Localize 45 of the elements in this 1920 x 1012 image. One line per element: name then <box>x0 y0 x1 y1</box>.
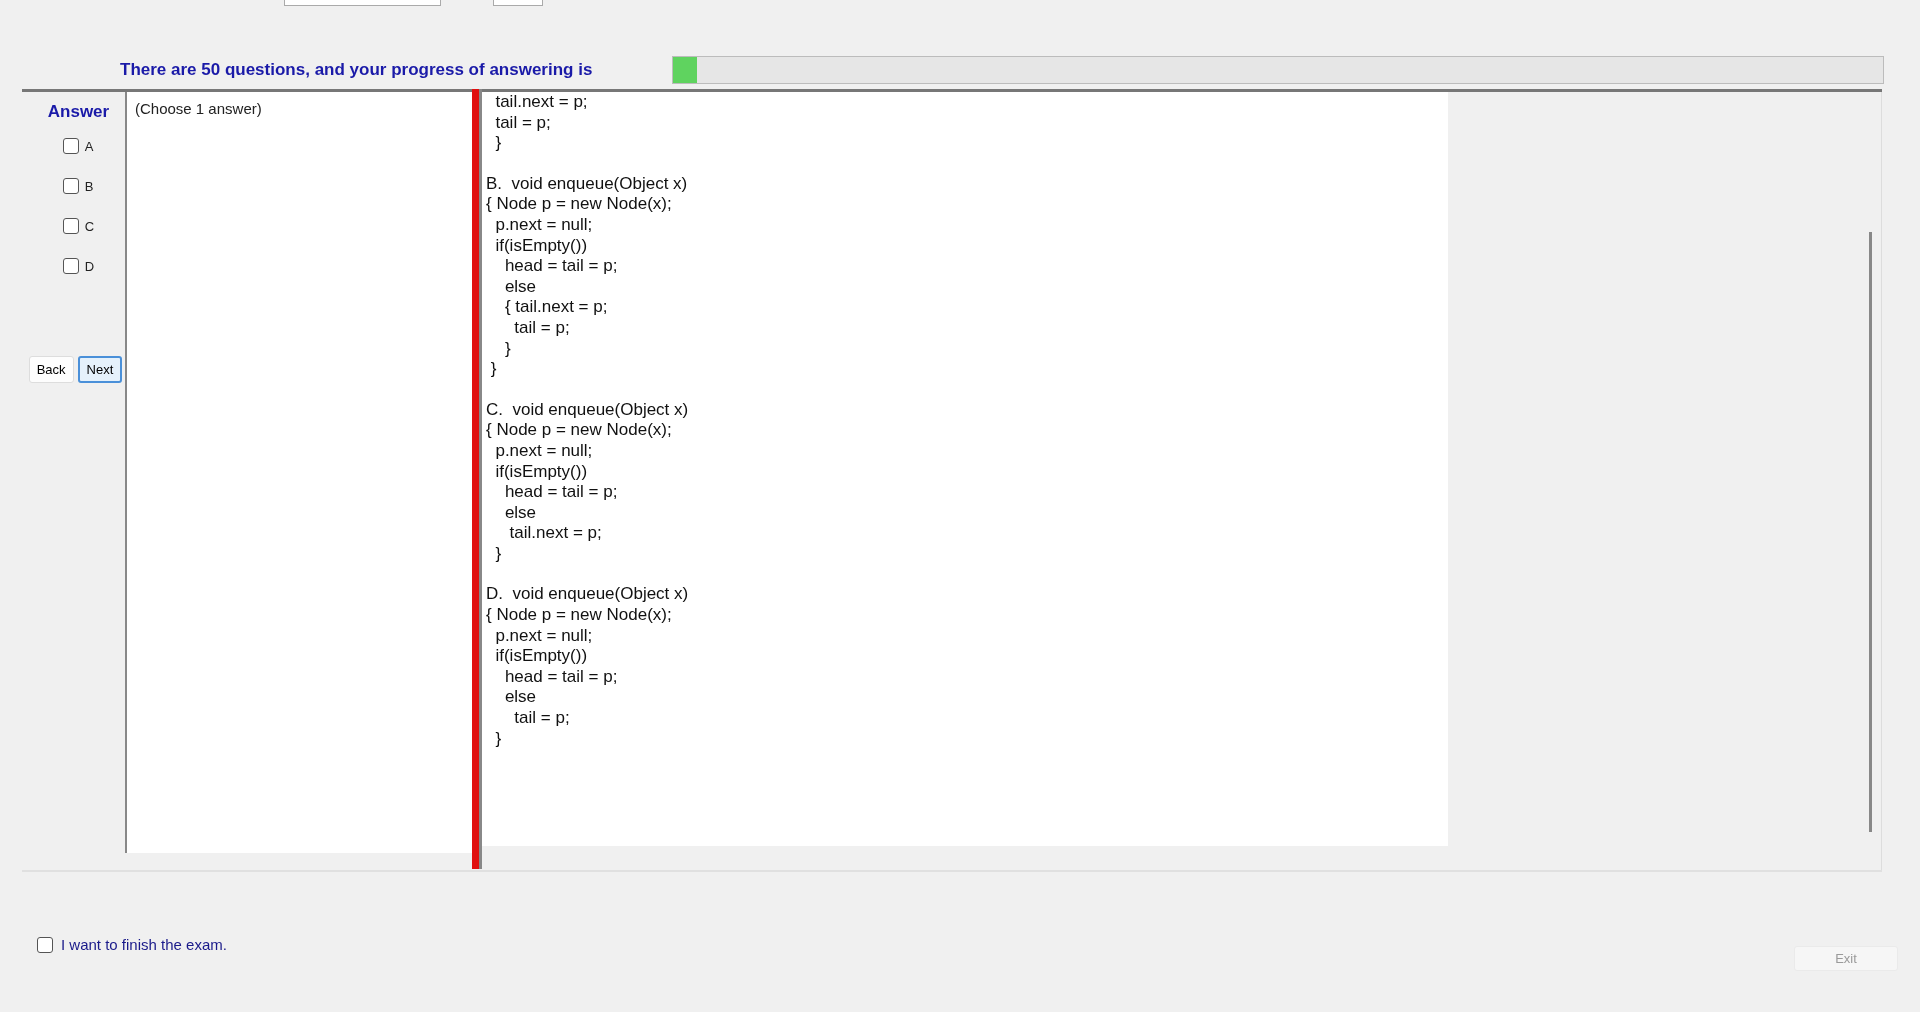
code-line: head = tail = p; <box>503 482 619 503</box>
code-line: { tail.next = p; <box>503 297 609 318</box>
progress-label: There are 50 questions, and your progress of answering is <box>120 60 594 80</box>
code-line: } <box>494 543 503 565</box>
code-line: else <box>503 276 538 298</box>
answer-label: Answer <box>47 102 110 122</box>
code-line: tail.next = p; <box>508 523 603 544</box>
code-line: } <box>494 133 503 154</box>
code-line: { Node p = new Node(x); <box>486 420 673 441</box>
code-line: if(isEmpty()) <box>494 461 589 483</box>
code-line: { Node p = new Node(x); <box>486 605 673 626</box>
finish-label[interactable]: I want to finish the exam. <box>61 936 227 953</box>
code-line: if(isEmpty()) <box>494 646 589 667</box>
code-line: B. void enqueue(Object x) <box>486 173 689 195</box>
hint-text: (Choose 1 answer) <box>135 100 262 117</box>
back-button[interactable]: Back <box>28 356 74 383</box>
code-line: tail = p; <box>494 112 552 134</box>
code-line: D. void enqueue(Object x) <box>486 584 690 606</box>
code-line: tail = p; <box>513 708 571 729</box>
next-button[interactable]: Next <box>77 356 123 383</box>
code-line: } <box>494 728 503 750</box>
checkbox[interactable] <box>37 936 53 953</box>
code-line: C. void enqueue(Object x) <box>486 399 690 421</box>
code-line: p.next = null; <box>494 625 594 647</box>
code-line: else <box>503 687 538 709</box>
code-line: p.next = null; <box>494 440 594 462</box>
code-line: } <box>489 359 498 380</box>
code-line: tail = p; <box>513 317 571 339</box>
option-label[interactable]: D <box>84 258 95 274</box>
code-line: head = tail = p; <box>503 666 619 688</box>
code-line: head = tail = p; <box>503 256 619 277</box>
checkbox[interactable] <box>62 138 79 154</box>
checkbox[interactable] <box>62 258 79 274</box>
option-label[interactable]: A <box>84 138 94 154</box>
checkbox[interactable] <box>62 218 79 234</box>
code-line: } <box>503 338 512 360</box>
checkbox[interactable] <box>62 178 79 194</box>
option-label[interactable]: B <box>84 178 94 194</box>
scrollbar[interactable] <box>1869 232 1872 832</box>
code-line: p.next = null; <box>494 214 594 236</box>
code-line: tail.next = p; <box>494 92 589 113</box>
code-line: { Node p = new Node(x); <box>486 194 673 215</box>
option-label[interactable]: C <box>84 218 95 234</box>
code-line: if(isEmpty()) <box>494 235 589 257</box>
code-line: else <box>503 502 538 524</box>
